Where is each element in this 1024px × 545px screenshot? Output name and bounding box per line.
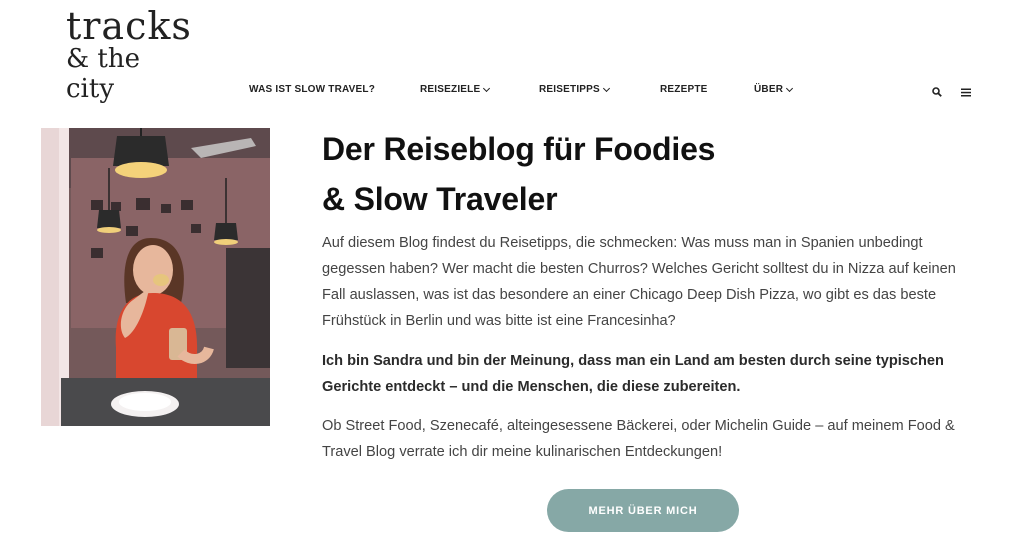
nav-item-reisetipps[interactable]: REISETIPPS <box>539 84 610 95</box>
nav-item-label: REISETIPPS <box>539 84 600 95</box>
title-line-1: Der Reiseblog für Foodies <box>322 131 716 167</box>
chevron-down-icon <box>602 84 610 92</box>
chevron-down-icon <box>483 84 491 92</box>
search-icon[interactable] <box>932 87 942 97</box>
title-line-2: & Slow Traveler <box>322 181 558 217</box>
nav-item-label: WAS IST SLOW TRAVEL? <box>249 84 376 95</box>
nav-item-label: REZEPTE <box>660 84 708 95</box>
page-title: Der Reiseblog für Foodies & Slow Travele… <box>322 124 982 224</box>
chevron-down-icon <box>786 84 794 92</box>
nav-item-ueber[interactable]: ÜBER <box>754 84 794 95</box>
nav-item-slow-travel[interactable]: WAS IST SLOW TRAVEL? <box>249 84 375 95</box>
main-nav: WAS IST SLOW TRAVEL? REISEZIELE REISETIP… <box>0 84 1024 100</box>
nav-item-label: REISEZIELE <box>420 84 481 95</box>
nav-item-label: ÜBER <box>754 84 784 95</box>
nav-item-reiseziele[interactable]: REISEZIELE <box>420 84 491 95</box>
hamburger-menu-icon[interactable] <box>961 88 971 97</box>
author-statement: Ich bin Sandra und bin der Meinung, dass… <box>322 353 944 395</box>
blog-description: Ob Street Food, Szenecafé, alteingesesse… <box>322 418 955 460</box>
author-photo <box>41 128 270 426</box>
logo-line-1: tracks <box>66 4 192 48</box>
about-me-button[interactable]: MEHR ÜBER MICH <box>547 489 739 532</box>
nav-item-rezepte[interactable]: REZEPTE <box>660 84 708 95</box>
intro-paragraph: Auf diesem Blog findest du Reisetipps, d… <box>322 235 956 329</box>
site-logo[interactable]: tracks & the city <box>66 4 196 104</box>
